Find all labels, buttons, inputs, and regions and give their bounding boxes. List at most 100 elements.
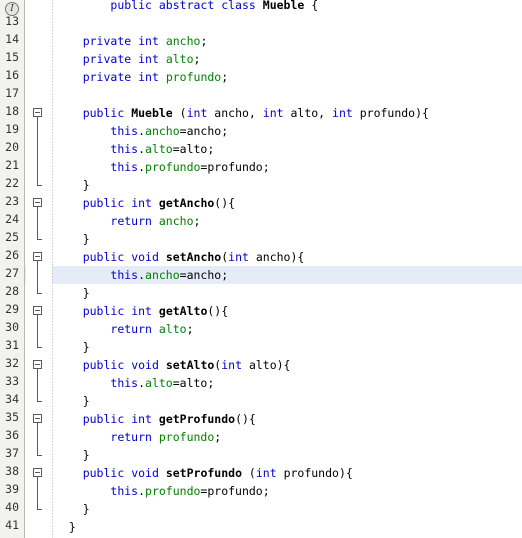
code-line[interactable]: public int getAncho(){ <box>0 194 522 212</box>
code-token-nm: getAncho <box>158 196 215 210</box>
code-line[interactable]: } <box>0 446 522 464</box>
code-token-pl: (){ <box>207 304 229 318</box>
code-token-kw: public <box>110 0 152 12</box>
line-number[interactable]: 36 <box>0 428 19 446</box>
line-number[interactable]: 41 <box>0 518 19 536</box>
code-line-text: private int alto; <box>55 50 201 68</box>
code-line[interactable]: public int getAlto(){ <box>0 302 522 320</box>
code-line[interactable]: } <box>0 284 522 302</box>
line-number[interactable]: 40 <box>0 500 19 518</box>
line-number[interactable]: 20 <box>0 140 19 158</box>
line-number[interactable]: 15 <box>0 50 19 68</box>
fold-collapse-icon[interactable] <box>33 414 42 423</box>
code-line[interactable]: public Mueble (int ancho, int alto, int … <box>0 104 522 122</box>
line-number[interactable]: 24 <box>0 212 19 230</box>
code-line[interactable]: public void setProfundo (int profundo){ <box>0 464 522 482</box>
code-token-pl: ( <box>242 466 256 480</box>
code-line[interactable]: public void setAncho(int ancho){ <box>0 248 522 266</box>
code-token-pl: . <box>138 268 146 282</box>
line-number[interactable]: 30 <box>0 320 19 338</box>
code-line[interactable]: } <box>0 338 522 356</box>
line-number[interactable]: 13 <box>0 14 19 32</box>
line-number[interactable]: 32 <box>0 356 19 374</box>
code-line[interactable]: return profundo; <box>0 428 522 446</box>
line-number[interactable]: 19 <box>0 122 19 140</box>
code-line[interactable]: } <box>0 176 522 194</box>
fold-collapse-icon[interactable] <box>33 306 42 315</box>
code-line[interactable]: this.alto=alto; <box>0 374 522 392</box>
code-line[interactable]: this.alto=alto; <box>0 140 522 158</box>
code-token-kw: int <box>131 196 152 210</box>
code-line[interactable]: } <box>0 500 522 518</box>
code-token-pl: =profundo; <box>200 484 270 498</box>
code-token-fld: alto <box>145 376 173 390</box>
code-token-kw: this <box>110 124 139 138</box>
line-number[interactable]: 27 <box>0 266 19 284</box>
line-number[interactable]: 14 <box>0 32 19 50</box>
line-number[interactable]: 16 <box>0 68 19 86</box>
code-line-text: return alto; <box>55 320 193 338</box>
code-line[interactable]: } <box>0 392 522 410</box>
line-number[interactable]: 38 <box>0 464 19 482</box>
line-number[interactable]: 26 <box>0 248 19 266</box>
code-token-fld: ancho <box>158 214 194 228</box>
line-number[interactable]: 28 <box>0 284 19 302</box>
code-token-pl: ; <box>221 70 229 84</box>
code-token-kw: int <box>332 106 353 120</box>
fold-collapse-icon[interactable] <box>33 198 42 207</box>
code-line[interactable]: public abstract class Mueble { <box>0 0 522 14</box>
code-line[interactable]: public int getProfundo(){ <box>0 410 522 428</box>
code-line[interactable]: private int profundo; <box>0 68 522 86</box>
code-line[interactable]: return alto; <box>0 320 522 338</box>
code-line-text: } <box>55 446 90 464</box>
fold-collapse-icon[interactable] <box>33 252 42 261</box>
code-token-kw: public <box>82 412 125 426</box>
line-number[interactable]: 18 <box>0 104 19 122</box>
line-number[interactable]: 21 <box>0 158 19 176</box>
code-line[interactable]: return ancho; <box>0 212 522 230</box>
code-editor[interactable]: public abstract class Mueble { private i… <box>0 0 522 538</box>
line-number[interactable]: 22 <box>0 176 19 194</box>
info-annotation-icon[interactable]: I <box>5 2 19 16</box>
fold-range-line <box>37 207 38 239</box>
code-line[interactable]: this.ancho=ancho; <box>0 266 522 284</box>
fold-collapse-icon[interactable] <box>33 108 42 117</box>
code-folding-column[interactable] <box>26 0 52 538</box>
line-number[interactable]: 37 <box>0 446 19 464</box>
fold-collapse-icon[interactable] <box>33 360 42 369</box>
code-line[interactable]: } <box>0 518 522 536</box>
code-token-pl: ancho){ <box>248 250 305 264</box>
code-line[interactable]: this.profundo=profundo; <box>0 158 522 176</box>
line-number[interactable]: 25 <box>0 230 19 248</box>
code-token-kw: public <box>82 196 125 210</box>
code-line[interactable] <box>0 86 522 104</box>
code-line[interactable]: this.profundo=profundo; <box>0 482 522 500</box>
code-token-pl: =ancho; <box>179 124 229 138</box>
code-line-text: public void setAlto(int alto){ <box>55 356 291 374</box>
line-number[interactable]: 23 <box>0 194 19 212</box>
code-line[interactable] <box>0 14 522 32</box>
line-number[interactable]: 17 <box>0 86 19 104</box>
code-token-pl: } <box>55 448 90 462</box>
code-line[interactable]: public void setAlto(int alto){ <box>0 356 522 374</box>
fold-collapse-icon[interactable] <box>33 468 42 477</box>
code-token-pl: =alto; <box>172 376 215 390</box>
line-number[interactable]: 35 <box>0 410 19 428</box>
code-token-kw: return <box>110 214 152 228</box>
line-number[interactable]: 33 <box>0 374 19 392</box>
line-number[interactable]: 34 <box>0 392 19 410</box>
line-number[interactable]: 39 <box>0 482 19 500</box>
code-token-pl: (){ <box>214 196 236 210</box>
line-number[interactable]: 29 <box>0 302 19 320</box>
code-line[interactable]: private int ancho; <box>0 32 522 50</box>
line-number[interactable]: 31 <box>0 338 19 356</box>
code-line[interactable]: } <box>0 230 522 248</box>
code-line[interactable]: private int alto; <box>0 50 522 68</box>
fold-range-line <box>37 315 38 347</box>
code-line-text: this.alto=alto; <box>55 374 214 392</box>
code-line[interactable]: this.ancho=ancho; <box>0 122 522 140</box>
